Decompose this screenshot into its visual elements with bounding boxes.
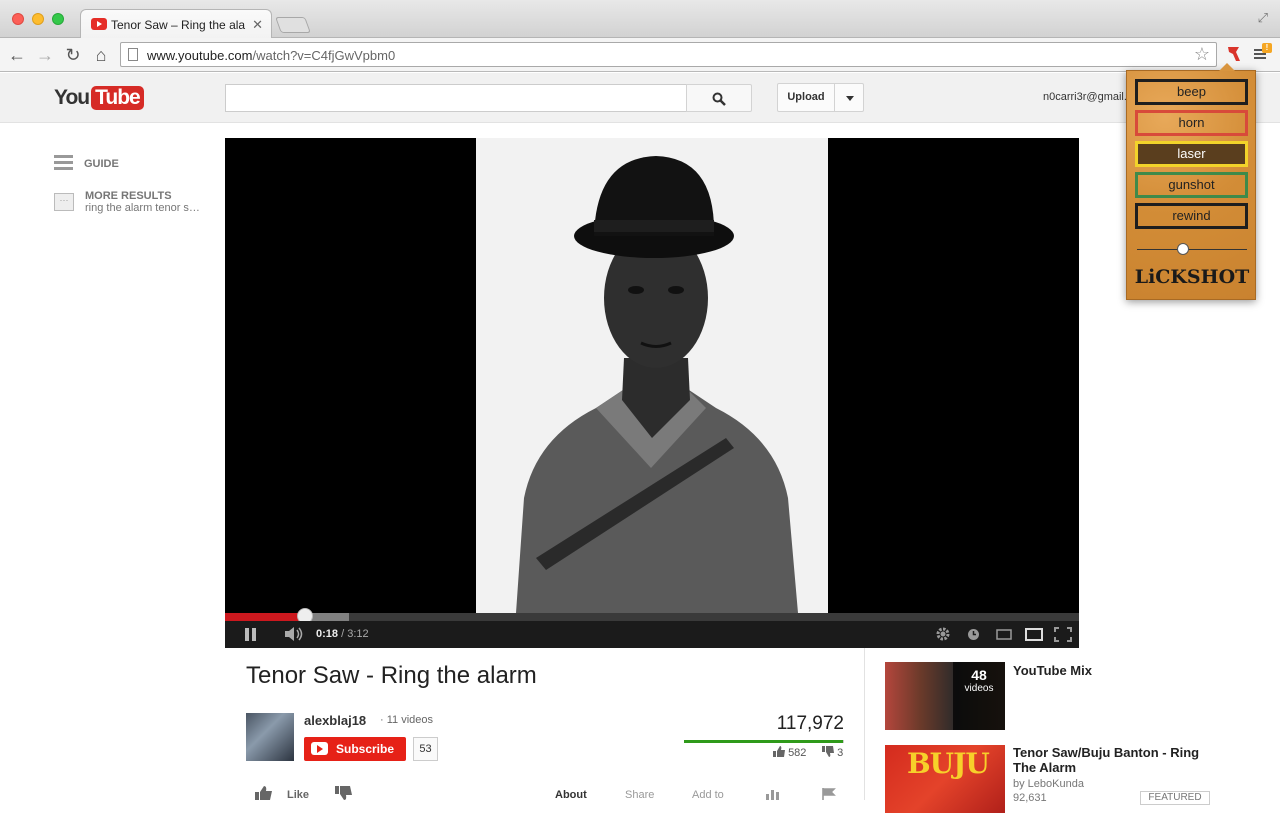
tab-strip: Tenor Saw – Ring the ala ✕ ⤢ <box>0 0 1280 39</box>
related-video-thumbnail[interactable]: BUJU <box>885 745 1005 813</box>
guide-menu-icon <box>54 155 73 173</box>
address-bar[interactable]: www.youtube.com/watch?v=C4fjGwVpbm0 ☆ <box>120 42 1217 67</box>
time-display: 0:18 / 3:12 <box>316 628 369 640</box>
more-results-label: MORE RESULTS <box>85 190 172 202</box>
sound-button-laser[interactable]: laser <box>1135 141 1248 167</box>
youtube-masthead: You Tube Upload n0carri3r@gmail. <box>0 73 1280 123</box>
lickshot-extension-icon[interactable] <box>1224 43 1244 65</box>
thumbs-up-icon <box>773 746 785 757</box>
small-player-icon[interactable] <box>996 629 1012 640</box>
lickshot-logo: LiCKSHOT <box>1134 266 1250 288</box>
player-controls: 0:18 / 3:12 <box>225 621 1079 648</box>
subscriber-count: 53 <box>413 737 438 761</box>
video-image <box>476 138 828 613</box>
thumbs-down-icon <box>822 746 834 757</box>
more-dots-icon: ··· <box>54 193 74 211</box>
forward-arrow-icon[interactable]: → <box>34 44 56 66</box>
tab-share[interactable]: Share <box>625 789 654 801</box>
youtube-mix-thumbnail[interactable]: 48 videos <box>885 662 1005 730</box>
sound-button-beep[interactable]: beep <box>1135 79 1248 105</box>
related-video-uploader[interactable]: by LeboKunda <box>1013 778 1084 790</box>
channel-name[interactable]: alexblaj18 <box>304 713 366 728</box>
mix-count-overlay: 48 videos <box>953 662 1005 730</box>
settings-gear-icon[interactable] <box>935 626 951 642</box>
more-results-query: ring the alarm tenor s… <box>85 202 200 214</box>
video-player[interactable]: 0:18 / 3:12 <box>225 138 1079 648</box>
progress-bar[interactable] <box>225 613 1079 621</box>
browser-tab[interactable]: Tenor Saw – Ring the ala ✕ <box>80 9 272 39</box>
close-window-button[interactable] <box>12 13 24 25</box>
like-button[interactable]: Like <box>287 789 309 801</box>
stats-icon[interactable] <box>766 788 781 800</box>
like-sentiment-bar <box>684 740 844 743</box>
chrome-menu-icon[interactable]: ! <box>1254 43 1272 63</box>
update-badge-icon: ! <box>1262 43 1272 53</box>
subscribe-button[interactable]: Subscribe <box>304 737 406 761</box>
featured-badge: FEATURED <box>1140 791 1210 805</box>
large-player-icon[interactable] <box>1025 628 1043 641</box>
youtube-play-icon <box>311 742 328 755</box>
page-icon <box>128 48 138 61</box>
account-email[interactable]: n0carri3r@gmail. <box>1043 91 1127 103</box>
lickshot-popup: beep horn laser gunshot rewind LiCKSHOT <box>1126 63 1256 300</box>
related-video-title[interactable]: Tenor Saw/Buju Banton - Ring The Alarm <box>1013 745 1223 775</box>
back-arrow-icon[interactable]: ← <box>6 44 28 66</box>
search-button[interactable] <box>686 84 752 112</box>
fullscreen-player-icon[interactable] <box>1054 627 1072 642</box>
guide-button[interactable]: GUIDE <box>54 155 119 173</box>
channel-video-count: · 11 videos <box>380 714 434 726</box>
close-tab-icon[interactable]: ✕ <box>252 17 263 33</box>
tab-about[interactable]: About <box>555 789 587 801</box>
dislike-count: 3 <box>822 746 843 759</box>
dislike-thumb-icon[interactable] <box>335 786 352 800</box>
like-sentiment-fill <box>684 740 844 743</box>
tab-title: Tenor Saw – Ring the ala <box>111 18 246 32</box>
home-icon[interactable]: ⌂ <box>90 44 112 66</box>
pause-icon[interactable] <box>245 628 259 642</box>
tab-add-to[interactable]: Add to <box>692 789 724 801</box>
like-thumb-icon[interactable] <box>255 786 272 800</box>
sound-button-gunshot[interactable]: gunshot <box>1135 172 1248 198</box>
upload-dropdown-button[interactable] <box>834 83 864 112</box>
upload-button[interactable]: Upload <box>777 83 835 112</box>
new-tab-button[interactable] <box>275 17 311 33</box>
youtube-mix-title[interactable]: YouTube Mix <box>1013 663 1223 678</box>
video-title: Tenor Saw - Ring the alarm <box>246 662 537 689</box>
browser-toolbar: ← → ↻ ⌂ www.youtube.com/watch?v=C4fjGwVp… <box>0 38 1280 72</box>
volume-slider-track[interactable] <box>1137 249 1247 250</box>
search-input[interactable] <box>225 84 687 112</box>
youtube-logo[interactable]: You Tube <box>54 84 144 112</box>
column-divider <box>864 648 865 800</box>
like-count: 582 <box>773 746 806 759</box>
url-text: www.youtube.com/watch?v=C4fjGwVpbm0 <box>147 48 396 63</box>
zoom-window-button[interactable] <box>52 13 64 25</box>
volume-slider-knob[interactable] <box>1177 243 1190 255</box>
reload-icon[interactable]: ↻ <box>62 44 84 66</box>
flag-icon[interactable] <box>822 788 836 800</box>
minimize-window-button[interactable] <box>32 13 44 25</box>
related-video-views: 92,631 <box>1013 792 1047 804</box>
guide-label: GUIDE <box>84 158 119 170</box>
watch-later-clock-icon[interactable] <box>967 628 980 641</box>
search-icon <box>712 92 726 106</box>
progress-played <box>225 613 306 621</box>
video-frame <box>476 138 828 613</box>
bookmark-star-icon[interactable]: ☆ <box>1194 44 1210 65</box>
youtube-favicon-icon <box>91 18 107 30</box>
more-results-item[interactable]: ··· MORE RESULTS ring the alarm tenor s… <box>54 190 200 214</box>
sound-button-rewind[interactable]: rewind <box>1135 203 1248 229</box>
volume-icon[interactable] <box>284 627 304 641</box>
view-count: 117,972 <box>776 713 844 734</box>
channel-avatar[interactable] <box>246 713 294 761</box>
sound-button-horn[interactable]: horn <box>1135 110 1248 136</box>
fullscreen-icon[interactable]: ⤢ <box>1258 10 1268 26</box>
